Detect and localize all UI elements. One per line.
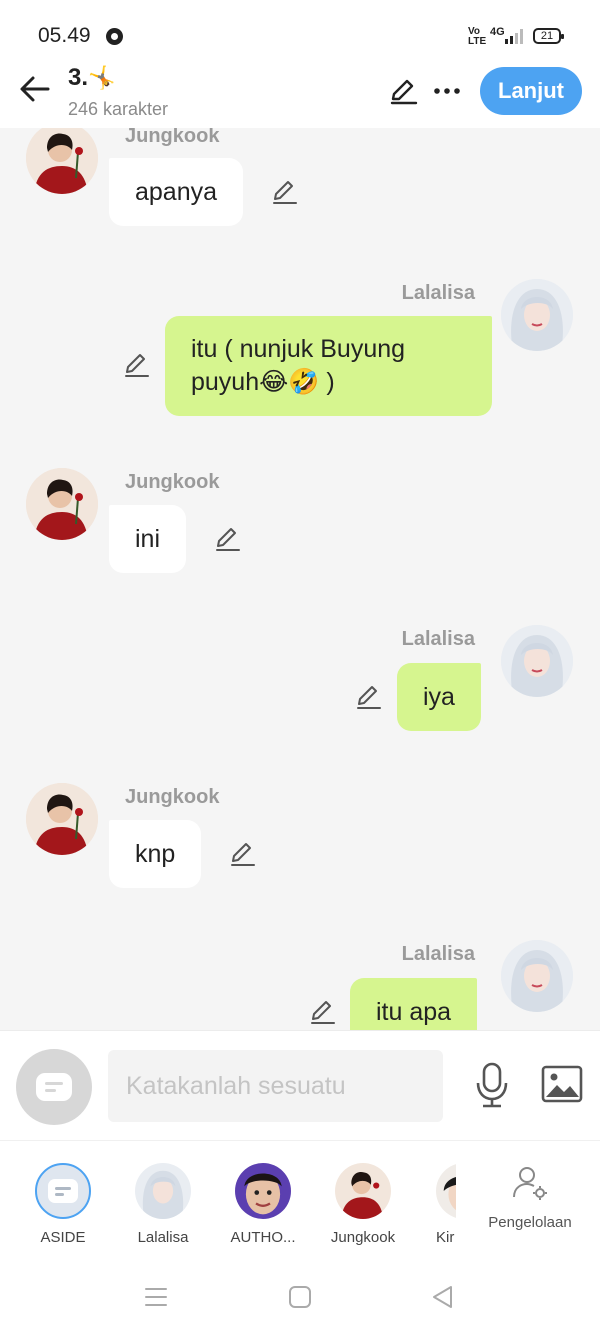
manage-characters-button[interactable]: Pengelolaan — [478, 1163, 582, 1231]
avatar-jungkook — [335, 1163, 391, 1219]
character-jungkook[interactable]: Jungkook — [323, 1163, 403, 1246]
sender-name: Jungkook — [125, 471, 220, 493]
edit-message-icon[interactable] — [308, 998, 338, 1028]
sender-name: Lalalisa — [401, 282, 475, 304]
aside-toggle-button[interactable] — [16, 1049, 92, 1125]
character-label: Kir — [436, 1229, 455, 1246]
network-type: 4G — [490, 26, 505, 38]
message-bubble[interactable]: ini — [109, 505, 187, 573]
more-dots-icon[interactable] — [432, 76, 462, 106]
aside-avatar — [35, 1163, 91, 1219]
message-bubble[interactable]: iya — [397, 663, 481, 731]
nav-back-icon[interactable] — [430, 1284, 456, 1310]
avatar-author — [235, 1163, 291, 1219]
title-emoji: 🤸 — [88, 65, 116, 90]
avatar-jungkook[interactable] — [26, 783, 98, 855]
sender-name: Lalalisa — [401, 943, 475, 965]
system-nav-bar — [0, 1260, 600, 1333]
edit-message-icon[interactable] — [228, 840, 258, 870]
back-arrow-icon[interactable] — [18, 74, 52, 104]
image-icon[interactable] — [541, 1064, 583, 1104]
character-label: Jungkook — [330, 1229, 396, 1246]
message-bubble[interactable]: itu apa — [350, 978, 478, 1030]
sender-name: Lalalisa — [401, 628, 475, 650]
story-title: 3.🤸 — [68, 64, 116, 91]
volte-indicator: Vo LTE — [468, 26, 487, 47]
message-input[interactable] — [108, 1050, 443, 1122]
character-count: 246 karakter — [68, 99, 169, 119]
message-bubble[interactable]: apanya — [109, 158, 244, 226]
edit-message-icon[interactable] — [270, 178, 300, 208]
status-time: 05.49 — [38, 24, 91, 47]
message-composer — [0, 1030, 600, 1140]
microphone-icon[interactable] — [474, 1061, 510, 1109]
manage-label: Pengelolaan — [488, 1214, 572, 1231]
chat-messages: Jungkook apanya Lalalisa itu ( nunjuk Bu… — [0, 128, 600, 1030]
character-selector: ASIDE Lalalisa AUTHO... Jungkook Kir Pen… — [0, 1140, 600, 1260]
message-bubble[interactable]: itu ( nunjuk Buyung puyuh😂🤣 ) — [165, 316, 492, 416]
avatar-jungkook[interactable] — [26, 468, 98, 540]
nav-home-icon[interactable] — [287, 1284, 313, 1310]
edit-pen-icon[interactable] — [388, 76, 418, 106]
sender-name: Jungkook — [125, 128, 220, 147]
avatar-lalalisa[interactable] — [501, 625, 573, 697]
chat-screen: 05.49 Vo LTE 4G 21 3.🤸 246 karakter Lanj… — [0, 0, 600, 1333]
character-author[interactable]: AUTHO... — [223, 1163, 303, 1246]
edit-message-icon[interactable] — [354, 683, 384, 713]
nav-menu-icon[interactable] — [143, 1284, 169, 1310]
character-lalalisa[interactable]: Lalalisa — [123, 1163, 203, 1246]
continue-button[interactable]: Lanjut — [480, 67, 582, 115]
character-aside[interactable]: ASIDE — [23, 1163, 103, 1246]
avatar-lalalisa[interactable] — [501, 940, 573, 1012]
avatar-lalalisa — [135, 1163, 191, 1219]
chat-header: 3.🤸 246 karakter Lanjut — [0, 62, 600, 128]
chrome-icon — [106, 28, 123, 45]
edit-message-icon[interactable] — [122, 351, 152, 381]
edit-message-icon[interactable] — [213, 525, 243, 555]
aside-chat-icon — [48, 1179, 78, 1203]
character-label: ASIDE — [40, 1229, 86, 1246]
character-label: AUTHO... — [230, 1229, 296, 1246]
message-bubble[interactable]: knp — [109, 820, 202, 888]
aside-chat-icon — [36, 1073, 72, 1101]
sender-name: Jungkook — [125, 786, 220, 808]
manage-person-gear-icon — [513, 1167, 547, 1200]
battery-level: 21 — [533, 28, 564, 44]
character-kir[interactable]: Kir — [430, 1163, 456, 1253]
character-label: Lalalisa — [137, 1229, 189, 1246]
avatar-kir — [436, 1163, 456, 1219]
status-bar: 05.49 Vo LTE 4G 21 — [0, 0, 600, 62]
signal-icon — [505, 28, 525, 44]
avatar-jungkook[interactable] — [26, 128, 98, 194]
avatar-lalalisa[interactable] — [501, 279, 573, 351]
